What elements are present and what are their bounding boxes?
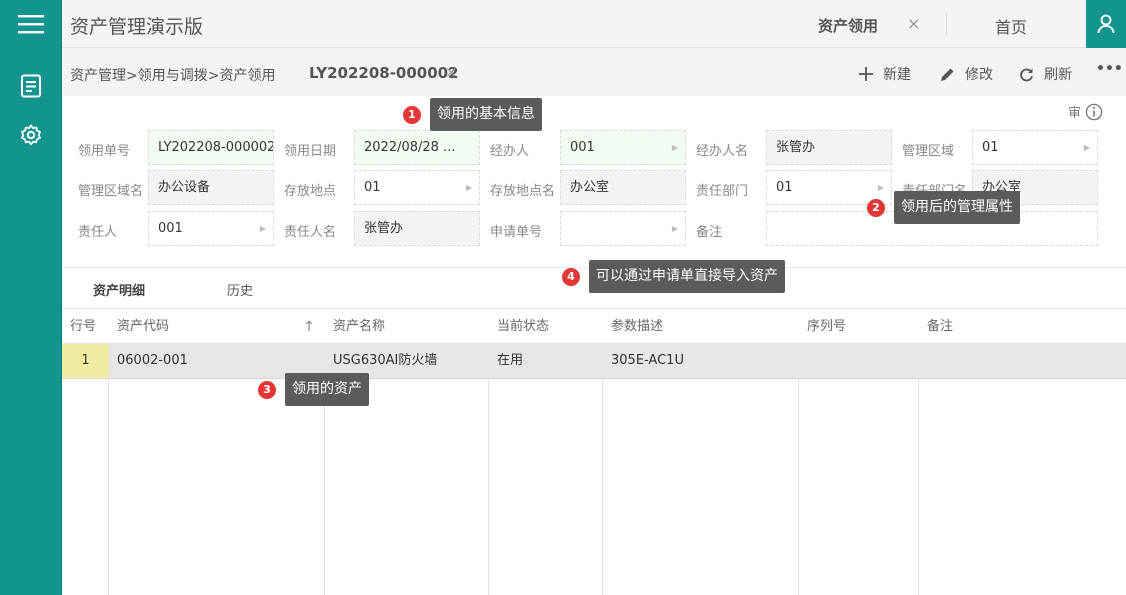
tab-asset-detail[interactable]: 资产明细	[93, 280, 145, 299]
owner-field[interactable]: 001 ▶	[148, 211, 274, 246]
location-name-field: 办公室	[560, 170, 686, 205]
breadcrumb-bar: 资产管理>领用与调拨>资产领用 LY202208-000002 × 新建 修改 …	[62, 48, 1126, 96]
breadcrumb[interactable]: 资产管理>领用与调拨>资产领用	[70, 65, 275, 85]
column-header-asset-name[interactable]: 资产名称	[325, 310, 489, 344]
field-label-location: 存放地点	[284, 184, 337, 199]
mgmt-area-field[interactable]: 01 ▶	[972, 130, 1098, 165]
field-label-location-name: 存放地点名	[490, 184, 556, 199]
table-row[interactable]: 1 06002-001 USG630AI防火墙 在用 305E-AC1U	[62, 344, 1126, 379]
column-header-serial[interactable]: 序列号	[799, 310, 919, 344]
row-number: 1	[62, 344, 109, 378]
tab-close-icon[interactable]: ×	[907, 14, 920, 33]
callout-badge: 1	[403, 105, 421, 124]
plus-icon	[859, 67, 873, 81]
document-icon[interactable]	[0, 66, 62, 106]
callout-text: 领用后的管理属性	[894, 191, 1020, 224]
handler-name-field: 张管办	[766, 130, 892, 165]
close-icon[interactable]: ×	[445, 63, 458, 81]
field-label-handler: 经办人	[490, 144, 530, 159]
edit-button-label: 修改	[965, 67, 993, 83]
column-header-status[interactable]: 当前状态	[489, 310, 603, 344]
callout-3: 3 领用的资产	[258, 373, 369, 406]
asset-grid: 行号 资产代码 ↑ 资产名称 当前状态 参数描述 序列号 备注 1 06002-…	[62, 310, 1126, 595]
more-icon[interactable]: •••	[1096, 61, 1123, 77]
document-number: LY202208-000002	[309, 64, 459, 82]
field-label-owner-name: 责任人名	[284, 225, 337, 240]
tab-asset-issue[interactable]: 资产领用	[818, 15, 878, 36]
issue-no-field[interactable]: LY202208-000002	[148, 130, 274, 165]
asset-code-header-label: 资产代码	[117, 319, 170, 334]
basic-info-form: 审 领用单号 LY202208-000002 领用日期 2022/08/28 .…	[62, 96, 1126, 268]
field-label-handler-name: 经办人名	[696, 144, 749, 159]
new-button[interactable]: 新建	[859, 64, 911, 84]
mgmt-area-value: 01	[982, 140, 999, 155]
callout-1: 1 领用的基本信息	[403, 98, 542, 131]
field-label-request-no: 申请单号	[490, 225, 543, 240]
left-rail	[0, 0, 62, 595]
callout-badge: 4	[562, 267, 580, 286]
callout-4: 4 可以通过申请单直接导入资产	[562, 260, 785, 293]
field-label-mgmt-area: 管理区域	[902, 144, 955, 159]
request-no-field[interactable]: ▶	[560, 211, 686, 246]
column-header-asset-code[interactable]: 资产代码 ↑	[109, 310, 325, 344]
callout-text: 领用的基本信息	[430, 98, 542, 131]
dept-value: 01	[776, 180, 793, 195]
location-value: 01	[364, 180, 381, 195]
chevron-right-icon: ▶	[259, 224, 266, 233]
user-icon[interactable]	[1086, 0, 1126, 48]
callout-text: 可以通过申请单直接导入资产	[589, 260, 785, 293]
field-label-remark: 备注	[696, 225, 723, 240]
location-field[interactable]: 01 ▶	[354, 170, 480, 205]
edit-button[interactable]: 修改	[940, 64, 993, 84]
refresh-icon	[1020, 68, 1033, 81]
issue-date-field[interactable]: 2022/08/28 ...	[354, 130, 480, 165]
callout-text: 领用的资产	[285, 373, 369, 406]
field-label-owner: 责任人	[78, 225, 118, 240]
handler-value: 001	[570, 140, 595, 155]
info-icon	[1085, 103, 1103, 120]
tab-home[interactable]: 首页	[995, 14, 1027, 38]
sort-arrow-icon[interactable]: ↑	[303, 310, 315, 344]
refresh-button[interactable]: 刷新	[1019, 64, 1072, 84]
serial-cell	[799, 344, 919, 378]
new-button-label: 新建	[883, 67, 911, 83]
column-header-remark[interactable]: 备注	[919, 310, 1126, 344]
callout-badge: 2	[867, 198, 885, 217]
audit-status[interactable]: 审	[1068, 102, 1103, 121]
gear-icon[interactable]	[0, 115, 62, 155]
hamburger-menu-icon[interactable]	[0, 0, 62, 48]
chevron-right-icon: ▶	[1083, 143, 1090, 152]
app-title: 资产管理演示版	[70, 16, 204, 38]
chevron-right-icon: ▶	[465, 183, 472, 192]
refresh-button-label: 刷新	[1044, 67, 1072, 83]
column-header-spec[interactable]: 参数描述	[603, 310, 799, 344]
owner-value: 001	[158, 221, 183, 236]
column-header-row-no[interactable]: 行号	[62, 310, 109, 344]
tab-history[interactable]: 历史	[227, 280, 253, 299]
field-label-mgmt-area-name: 管理区域名	[78, 184, 144, 199]
audit-label: 审	[1068, 106, 1082, 121]
field-label-dept: 责任部门	[696, 184, 749, 199]
callout-2: 2 领用后的管理属性	[867, 191, 1020, 224]
owner-name-field: 张管办	[354, 211, 480, 246]
tab-divider	[946, 12, 947, 36]
remark-cell	[919, 344, 1126, 378]
spec-cell: 305E-AC1U	[611, 353, 684, 368]
top-bar: 资产管理演示版 资产领用 × 首页	[62, 0, 1126, 48]
field-label-issue-no: 领用单号	[78, 144, 131, 159]
chevron-right-icon: ▶	[671, 143, 678, 152]
field-label-issue-date: 领用日期	[284, 144, 337, 159]
status-cell: 在用	[497, 353, 524, 368]
mgmt-area-name-field: 办公设备	[148, 170, 274, 205]
handler-field[interactable]: 001 ▶	[560, 130, 686, 165]
chevron-right-icon: ▶	[671, 224, 678, 233]
callout-badge: 3	[258, 380, 276, 399]
pencil-icon	[941, 68, 954, 81]
